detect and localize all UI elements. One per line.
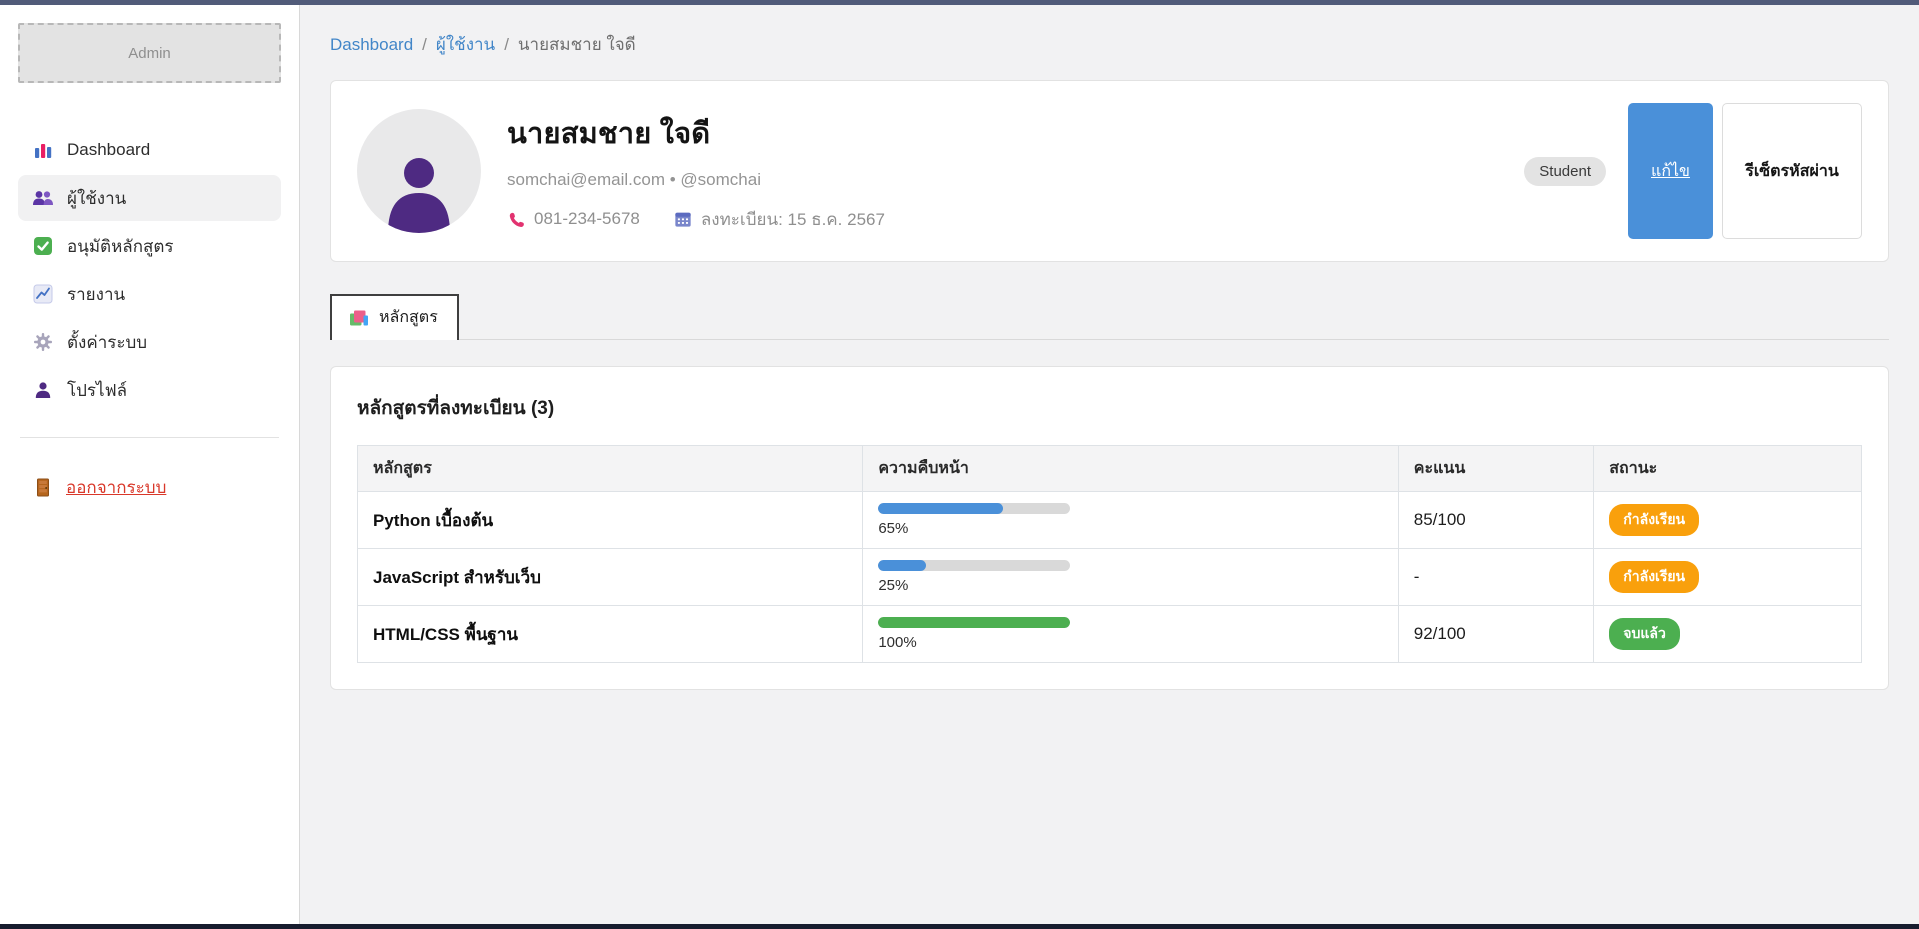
progress-label: 100% (878, 634, 1382, 651)
progress-cell: 65% (863, 492, 1398, 549)
tab-courses[interactable]: หลักสูตร (330, 294, 459, 340)
score-cell: 92/100 (1398, 606, 1594, 663)
progress-cell: 100% (863, 606, 1398, 663)
door-icon (32, 477, 54, 499)
person-silhouette-icon (380, 151, 458, 233)
column-header-score: คะแนน (1398, 446, 1594, 492)
bottom-strip (0, 924, 1919, 929)
progress-bar-fill (878, 560, 926, 571)
breadcrumb-separator: / (504, 35, 509, 55)
sidebar-item-settings[interactable]: ตั้งค่าระบบ (18, 319, 281, 365)
profile-card: นายสมชาย ใจดี somchai@email.com • @somch… (330, 80, 1889, 262)
courses-card-title: หลักสูตรที่ลงทะเบียน (3) (357, 393, 1862, 423)
status-cell: กำลังเรียน (1594, 492, 1862, 549)
status-badge: จบแล้ว (1609, 618, 1680, 650)
course-name-cell: JavaScript สำหรับเว็บ (358, 549, 863, 606)
trend-chart-icon (32, 283, 54, 305)
status-badge: กำลังเรียน (1609, 561, 1699, 593)
sidebar-item-label: โปรไฟล์ (67, 377, 127, 404)
sidebar-item-dashboard[interactable]: Dashboard (18, 127, 281, 173)
bar-chart-icon (32, 139, 54, 161)
books-icon (349, 308, 369, 328)
sidebar-item-label: ผู้ใช้งาน (67, 185, 126, 212)
progress-bar-fill (878, 617, 1070, 628)
course-name-cell: HTML/CSS พื้นฐาน (358, 606, 863, 663)
sidebar-divider (20, 437, 279, 438)
app-window: Admin Dashboard ผู้ใช้งาน อนุมัติหลักสูต… (0, 5, 1919, 924)
status-cell: กำลังเรียน (1594, 549, 1862, 606)
breadcrumb-separator: / (422, 35, 427, 55)
logout-link[interactable]: ออกจากระบบ (18, 474, 281, 501)
check-icon (32, 235, 54, 257)
table-row: Python เบื้องต้น 65% 85/100 กำลังเรียน (358, 492, 1862, 549)
table-header-row: หลักสูตร ความคืบหน้า คะแนน สถานะ (358, 446, 1862, 492)
edit-button[interactable]: แก้ไข (1628, 103, 1713, 239)
profile-info: นายสมชาย ใจดี somchai@email.com • @somch… (507, 110, 885, 233)
profile-email: somchai@email.com • @somchai (507, 170, 885, 190)
score-cell: - (1398, 549, 1594, 606)
sidebar-item-label: รายงาน (67, 281, 125, 308)
phone-item: 081-234-5678 (507, 209, 640, 229)
profile-registered: ลงทะเบียน: 15 ธ.ค. 2567 (701, 206, 885, 233)
score-cell: 85/100 (1398, 492, 1594, 549)
gear-icon (32, 331, 54, 353)
sidebar-item-label: ตั้งค่าระบบ (67, 329, 147, 356)
avatar (357, 109, 481, 233)
phone-icon (507, 210, 525, 228)
course-name-cell: Python เบื้องต้น (358, 492, 863, 549)
progress-bar (878, 617, 1070, 628)
tab-label: หลักสูตร (379, 305, 438, 330)
profile-actions: Student แก้ไข รีเซ็ตรหัสผ่าน (1524, 103, 1862, 239)
status-cell: จบแล้ว (1594, 606, 1862, 663)
admin-logo-label: Admin (128, 45, 171, 62)
column-header-status: สถานะ (1594, 446, 1862, 492)
person-icon (32, 379, 54, 401)
progress-bar-fill (878, 503, 1003, 514)
status-badge: กำลังเรียน (1609, 504, 1699, 536)
progress-bar (878, 560, 1070, 571)
column-header-course: หลักสูตร (358, 446, 863, 492)
progress-bar (878, 503, 1070, 514)
users-icon (32, 187, 54, 209)
profile-phone: 081-234-5678 (534, 209, 640, 229)
registered-item: ลงทะเบียน: 15 ธ.ค. 2567 (674, 206, 885, 233)
table-row: JavaScript สำหรับเว็บ 25% - กำลังเรียน (358, 549, 1862, 606)
progress-label: 65% (878, 520, 1382, 537)
role-badge: Student (1524, 157, 1606, 186)
tab-bar: หลักสูตร (330, 294, 1889, 340)
progress-label: 25% (878, 577, 1382, 594)
sidebar-item-label: Dashboard (67, 140, 150, 160)
calendar-icon (674, 210, 692, 228)
breadcrumb-current: นายสมชาย ใจดี (518, 31, 636, 58)
progress-cell: 25% (863, 549, 1398, 606)
sidebar-item-profile[interactable]: โปรไฟล์ (18, 367, 281, 413)
main-content: Dashboard / ผู้ใช้งาน / นายสมชาย ใจดี นา… (300, 5, 1919, 924)
sidebar-item-label: อนุมัติหลักสูตร (67, 233, 174, 260)
courses-table: หลักสูตร ความคืบหน้า คะแนน สถานะ Python … (357, 445, 1862, 663)
courses-card: หลักสูตรที่ลงทะเบียน (3) หลักสูตร ความคื… (330, 366, 1889, 690)
sidebar: Admin Dashboard ผู้ใช้งาน อนุมัติหลักสูต… (0, 5, 300, 924)
breadcrumb-link-dashboard[interactable]: Dashboard (330, 35, 413, 55)
sidebar-item-approve-courses[interactable]: อนุมัติหลักสูตร (18, 223, 281, 269)
table-row: HTML/CSS พื้นฐาน 100% 92/100 จบแล้ว (358, 606, 1862, 663)
sidebar-item-reports[interactable]: รายงาน (18, 271, 281, 317)
sidebar-item-users[interactable]: ผู้ใช้งาน (18, 175, 281, 221)
column-header-progress: ความคืบหน้า (863, 446, 1398, 492)
reset-password-button[interactable]: รีเซ็ตรหัสผ่าน (1722, 103, 1862, 239)
profile-name: นายสมชาย ใจดี (507, 110, 885, 156)
logout-label: ออกจากระบบ (66, 474, 166, 501)
breadcrumb-link-users[interactable]: ผู้ใช้งาน (436, 31, 495, 58)
breadcrumb: Dashboard / ผู้ใช้งาน / นายสมชาย ใจดี (330, 31, 1889, 58)
sidebar-nav: Dashboard ผู้ใช้งาน อนุมัติหลักสูตร รายง… (18, 127, 281, 413)
admin-logo-box: Admin (18, 23, 281, 83)
profile-meta: 081-234-5678 ลงทะเบียน: 15 ธ.ค. 2567 (507, 206, 885, 233)
